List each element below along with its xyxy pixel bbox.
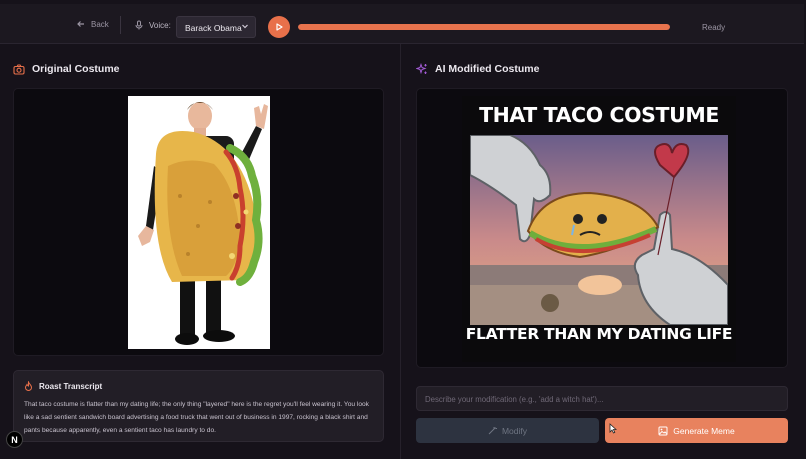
meme-top-text: THAT TACO COSTUME bbox=[479, 103, 719, 127]
voice-select-value: Barack Obama bbox=[185, 23, 242, 33]
meme-bottom-text: FLATTER THAN MY DATING LIFE bbox=[465, 325, 733, 343]
chevron-down-icon bbox=[242, 24, 248, 29]
back-label: Back bbox=[91, 19, 109, 29]
audio-progress-bar[interactable] bbox=[298, 24, 670, 30]
modified-image-panel: THAT TACO COSTUME FLATTER THAN MY DATING… bbox=[416, 88, 788, 368]
ai-modified-title: AI Modified Costume bbox=[435, 63, 540, 75]
status-label: Ready bbox=[702, 23, 726, 32]
camera-icon bbox=[13, 63, 25, 75]
dev-tools-badge[interactable]: N bbox=[6, 431, 23, 448]
modify-label: Modify bbox=[501, 425, 528, 436]
taco-person-illustration bbox=[128, 96, 270, 349]
roast-transcript-card: Roast Transcript That taco costume is fl… bbox=[13, 370, 384, 442]
arrow-left-icon bbox=[77, 21, 84, 27]
play-button[interactable] bbox=[268, 16, 290, 38]
top-bar: Back Voice: Barack Obama Ready bbox=[0, 4, 804, 44]
play-icon bbox=[276, 23, 283, 31]
modification-input[interactable]: Describe your modification (e.g., 'add a… bbox=[416, 386, 788, 411]
voice-label-group: Voice: bbox=[134, 18, 171, 32]
roast-transcript-heading: Roast Transcript bbox=[24, 381, 102, 391]
toolbar-divider bbox=[120, 16, 121, 34]
original-image-panel bbox=[13, 88, 384, 356]
image-icon bbox=[658, 426, 668, 435]
roast-transcript-text: That taco costume is flatter than my dat… bbox=[24, 401, 369, 434]
modification-input-placeholder: Describe your modification (e.g., 'add a… bbox=[425, 395, 604, 404]
voice-label: Voice: bbox=[149, 20, 171, 30]
generate-meme-button[interactable]: Generate Meme bbox=[605, 418, 788, 443]
sparkles-icon bbox=[416, 63, 427, 75]
roast-transcript-title: Roast Transcript bbox=[39, 381, 103, 391]
back-button[interactable]: Back bbox=[76, 16, 109, 32]
audio-progress-fill bbox=[298, 24, 670, 30]
generate-meme-label: Generate Meme bbox=[673, 425, 735, 436]
mouse-cursor-icon bbox=[609, 423, 617, 434]
ai-modified-heading: AI Modified Costume bbox=[416, 61, 539, 77]
flame-icon bbox=[24, 381, 33, 391]
original-costume-image bbox=[128, 96, 270, 349]
original-costume-title: Original Costume bbox=[32, 63, 120, 75]
magic-wand-icon bbox=[488, 427, 497, 435]
sad-taco-illustration bbox=[470, 135, 728, 325]
microphone-icon bbox=[135, 20, 143, 30]
voice-select[interactable]: Barack Obama bbox=[176, 16, 256, 38]
meme-image: THAT TACO COSTUME FLATTER THAN MY DATING… bbox=[462, 96, 736, 362]
original-costume-heading: Original Costume bbox=[13, 61, 120, 77]
modify-button[interactable]: Modify bbox=[416, 418, 599, 443]
column-divider bbox=[400, 44, 401, 459]
